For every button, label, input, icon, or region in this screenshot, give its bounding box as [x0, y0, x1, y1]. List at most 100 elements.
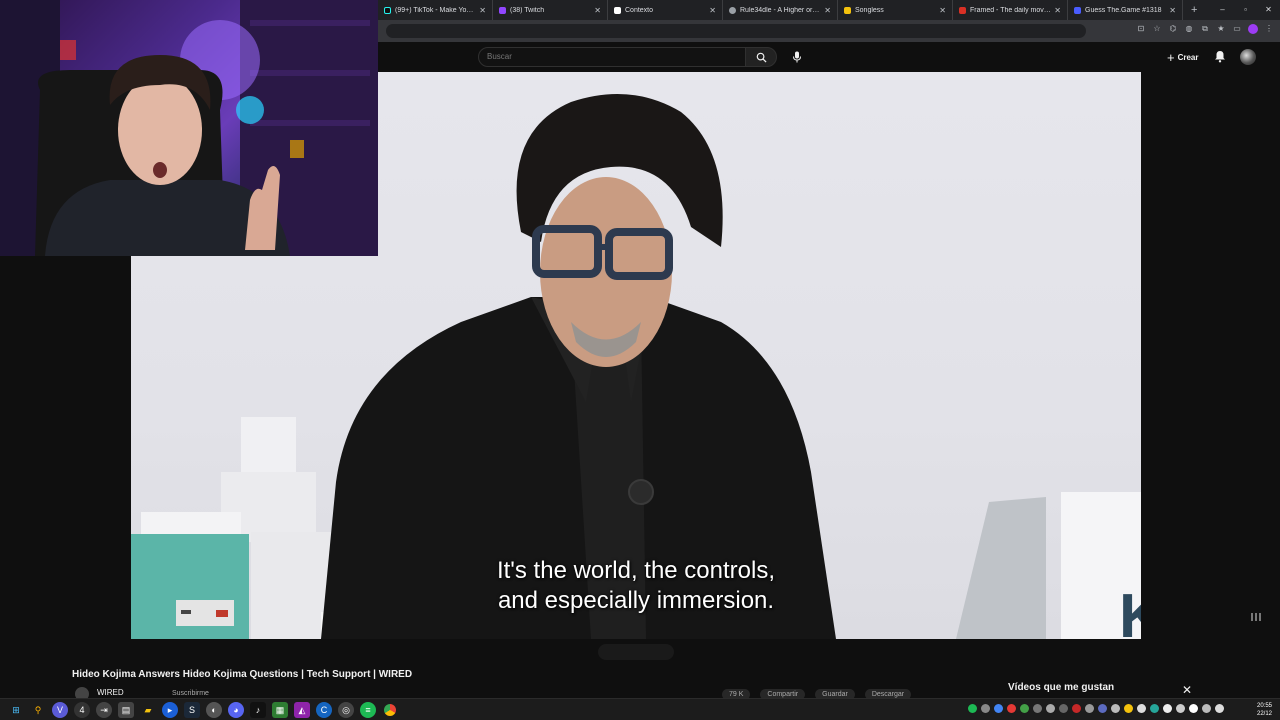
extension-icon[interactable]: ◍: [1184, 24, 1194, 34]
tray-icon[interactable]: [1137, 704, 1146, 713]
extension-icon[interactable]: ⌬: [1168, 24, 1178, 34]
bookmarks-icon[interactable]: ★: [1216, 24, 1226, 34]
browser-tab[interactable]: Guess The.Game #1318 ✕: [1068, 0, 1183, 20]
tray-icon[interactable]: [1098, 704, 1107, 713]
window-controls: – ▫ ✕: [1211, 0, 1280, 20]
subscribe-button[interactable]: Suscribirme: [172, 690, 209, 697]
create-button[interactable]: + Crear: [1167, 49, 1199, 65]
keyboard-icon: [1251, 613, 1261, 621]
browser-tab[interactable]: (99+) TikTok - Make Your Day ✕: [378, 0, 493, 20]
tray-icon[interactable]: [1111, 704, 1120, 713]
tray-icon[interactable]: [1007, 704, 1016, 713]
search-button[interactable]: [745, 47, 777, 67]
sidepanel-icon[interactable]: ▭: [1232, 24, 1242, 34]
subtitle-line: It's the world, the controls,: [496, 557, 776, 584]
bookmark-star-icon[interactable]: ☆: [1152, 24, 1162, 34]
playlist-title[interactable]: Vídeos que me gustan: [1008, 682, 1114, 693]
app-icon[interactable]: ⇥: [96, 702, 112, 718]
account-avatar[interactable]: [1240, 49, 1256, 65]
new-tab-button[interactable]: +: [1191, 4, 1197, 16]
tray-icon[interactable]: [1072, 704, 1081, 713]
clock-date: 22/12: [1256, 711, 1272, 717]
plus-icon: +: [1167, 49, 1175, 65]
tray-icon[interactable]: [1176, 704, 1185, 713]
close-tab-icon[interactable]: ✕: [939, 6, 946, 15]
app-icon[interactable]: ▤: [118, 702, 134, 718]
browser-tab[interactable]: Contexto ✕: [608, 0, 723, 20]
tiktok-icon[interactable]: ♪: [250, 702, 266, 718]
tray-icon[interactable]: [1020, 704, 1029, 713]
minimize-button[interactable]: –: [1211, 0, 1234, 20]
tray-icon[interactable]: [968, 704, 977, 713]
tab-title: Rule34dle - A Higher or Lower: [740, 6, 821, 14]
app-icon[interactable]: ◎: [338, 702, 354, 718]
tray-icon[interactable]: [1189, 704, 1198, 713]
tab-title: Contexto: [625, 6, 654, 14]
streamer-webcam: [0, 0, 378, 256]
tray-icon[interactable]: [1046, 704, 1055, 713]
spotify-icon[interactable]: ≡: [360, 702, 376, 718]
browser-tab[interactable]: Songless ✕: [838, 0, 953, 20]
address-bar[interactable]: [386, 24, 1086, 38]
tab-title: Guess The.Game #1318: [1085, 6, 1162, 14]
search-icon[interactable]: ⚲: [30, 702, 46, 718]
tab-title: (38) Twitch: [510, 6, 545, 14]
tray-icon[interactable]: [1202, 704, 1211, 713]
search-icon: [756, 52, 767, 63]
side-panel-toggle[interactable]: [1250, 610, 1262, 628]
close-playlist-button[interactable]: ✕: [1182, 684, 1192, 696]
browser-tab[interactable]: Framed - The daily movie gu ✕: [953, 0, 1068, 20]
close-window-button[interactable]: ✕: [1257, 0, 1280, 20]
tab-title: Framed - The daily movie gu: [970, 6, 1052, 14]
app-icon[interactable]: V: [52, 702, 68, 718]
close-tab-icon[interactable]: ✕: [594, 6, 601, 15]
close-tab-icon[interactable]: ✕: [1054, 6, 1061, 15]
profile-avatar[interactable]: [1248, 24, 1258, 34]
app-icon[interactable]: ▦: [272, 702, 288, 718]
maximize-button[interactable]: ▫: [1234, 0, 1257, 20]
youtube-masthead: Buscar + Crear: [378, 42, 1280, 72]
menu-icon[interactable]: ⋮: [1264, 24, 1274, 34]
tiktok-icon: [384, 6, 391, 14]
tray-icon[interactable]: [994, 704, 1003, 713]
install-icon[interactable]: ⊡: [1136, 24, 1146, 34]
tray-icon[interactable]: [1150, 704, 1159, 713]
app-icon[interactable]: ◭: [294, 702, 310, 718]
system-clock[interactable]: 20:55 22/12: [1257, 702, 1272, 718]
video-subtitles: It's the world, the controls, and especi…: [131, 556, 1141, 616]
tray-icon[interactable]: [1215, 704, 1224, 713]
close-tab-icon[interactable]: ✕: [824, 6, 831, 15]
webcam-frame: [0, 0, 378, 256]
video-title: Hideo Kojima Answers Hideo Kojima Questi…: [72, 669, 413, 680]
notifications-button[interactable]: [1214, 50, 1226, 68]
app-icon[interactable]: ◐: [206, 702, 222, 718]
channel-name[interactable]: WIRED: [97, 688, 124, 697]
windows-start-icon[interactable]: ⊞: [8, 702, 24, 718]
tray-icon[interactable]: [1085, 704, 1094, 713]
browser-tab[interactable]: Rule34dle - A Higher or Lower ✕: [723, 0, 838, 20]
puzzle-icon[interactable]: ⧉: [1200, 24, 1210, 34]
app-icon[interactable]: C: [316, 702, 332, 718]
search-input[interactable]: Buscar: [478, 47, 746, 67]
steam-icon[interactable]: S: [184, 702, 200, 718]
create-label: Crear: [1177, 52, 1199, 62]
close-tab-icon[interactable]: ✕: [1169, 6, 1176, 15]
songless-icon: [844, 6, 851, 14]
discord-icon[interactable]: ◕: [228, 702, 244, 718]
browser-tab[interactable]: (38) Twitch ✕: [493, 0, 608, 20]
app-icon[interactable]: ▸: [162, 702, 178, 718]
voice-search-button[interactable]: [787, 47, 807, 67]
tray-icon[interactable]: [1124, 704, 1133, 713]
tray-icon[interactable]: [981, 704, 990, 713]
file-explorer-icon[interactable]: ▰: [140, 702, 156, 718]
tray-icon[interactable]: [1163, 704, 1172, 713]
theater-expand-handle[interactable]: [598, 644, 674, 660]
close-tab-icon[interactable]: ✕: [709, 6, 716, 15]
app-icon[interactable]: 4: [74, 702, 90, 718]
tray-icon[interactable]: [1033, 704, 1042, 713]
twitch-icon: [499, 6, 506, 14]
taskbar-apps: ⊞ ⚲ V 4 ⇥ ▤ ▰ ▸ S ◐ ◕ ♪ ▦ ◭ C ◎ ≡: [8, 702, 398, 718]
tray-icon[interactable]: [1059, 704, 1068, 713]
close-tab-icon[interactable]: ✕: [479, 6, 486, 15]
chrome-icon[interactable]: [382, 702, 398, 718]
